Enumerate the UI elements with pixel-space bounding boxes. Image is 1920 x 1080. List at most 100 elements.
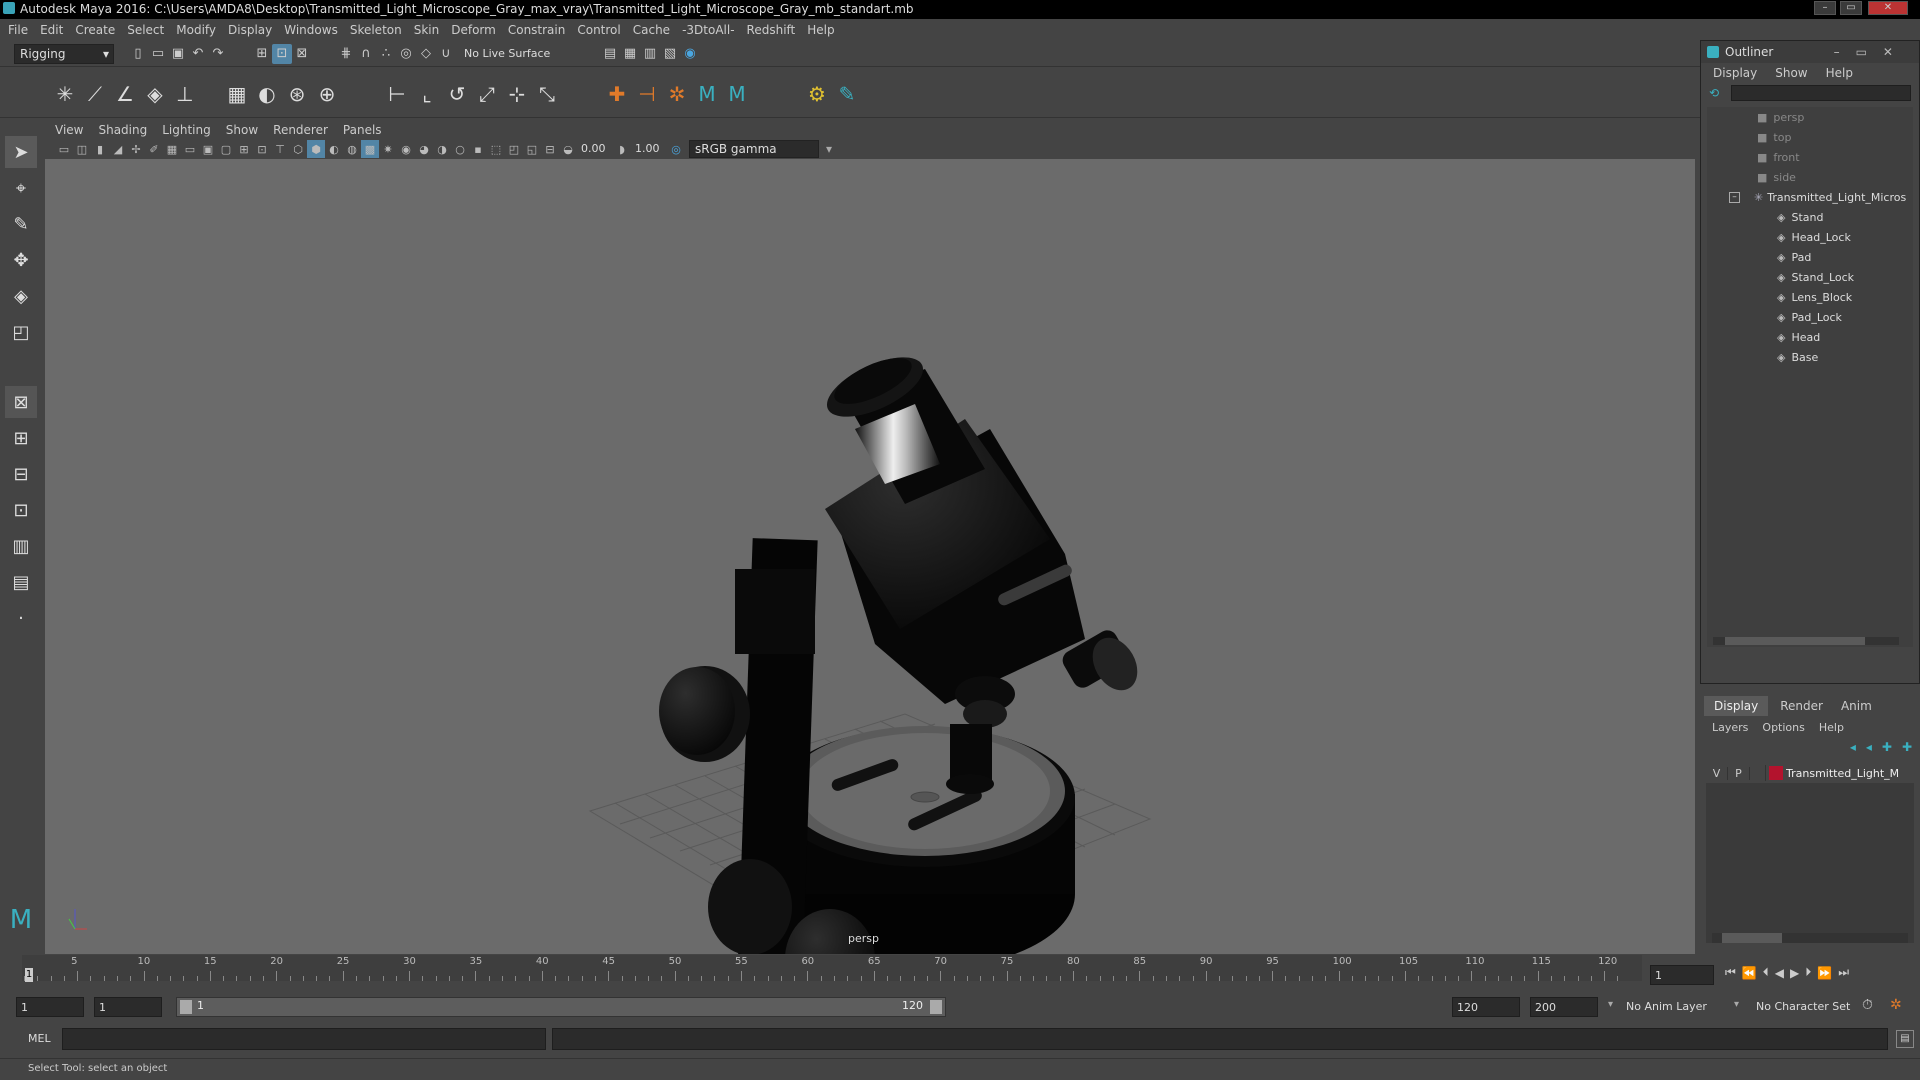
xray-icon[interactable]: ◍ xyxy=(343,140,361,158)
script-editor-icon[interactable]: ▤ xyxy=(1896,1030,1914,1048)
outliner-search-input[interactable] xyxy=(1731,85,1911,101)
smooth-shade-icon[interactable]: ⬢ xyxy=(307,140,325,158)
preferences-icon[interactable]: ✲ xyxy=(1890,997,1902,1013)
outliner-item-pad[interactable]: ◈ Pad xyxy=(1707,247,1913,267)
new-layer-selected-icon[interactable]: ✚ xyxy=(1902,740,1912,754)
menu-edit[interactable]: Edit xyxy=(40,23,63,37)
maximize-button[interactable]: ▭ xyxy=(1840,1,1862,15)
wrap-icon[interactable]: ◐ xyxy=(252,79,282,109)
step-back-frame-icon[interactable]: ⏴ xyxy=(1763,965,1769,980)
tab-display[interactable]: Display xyxy=(1704,696,1769,716)
select-camera-icon[interactable]: ▭ xyxy=(55,140,73,158)
outliner-item-group[interactable]: – ✳ Transmitted_Light_Micros xyxy=(1707,187,1913,207)
grease-pencil-icon[interactable]: ✐ xyxy=(145,140,163,158)
frame-all-icon[interactable]: ⊟ xyxy=(541,140,559,158)
cluster-icon[interactable]: ⊛ xyxy=(282,79,312,109)
textured-icon[interactable]: ▩ xyxy=(361,140,379,158)
select-tool-icon[interactable]: ➤ xyxy=(5,136,37,168)
scale-tool-icon[interactable]: ◰ xyxy=(5,316,37,348)
command-input[interactable] xyxy=(62,1028,546,1050)
bookmark-icon[interactable]: ▮ xyxy=(91,140,109,158)
layer-color-swatch[interactable] xyxy=(1769,766,1783,780)
outliner-item-side[interactable]: ■ side xyxy=(1707,167,1913,187)
layer-menu-layers[interactable]: Layers xyxy=(1712,721,1748,734)
gamma-field[interactable]: 1.00 xyxy=(631,139,667,159)
play-forward-icon[interactable]: ▶ xyxy=(1790,966,1799,980)
range-bar[interactable]: 1 120 xyxy=(176,997,946,1017)
snap-view-icon[interactable]: ◎ xyxy=(396,44,416,64)
panel-menu-renderer[interactable]: Renderer xyxy=(273,123,328,137)
auto-key-icon[interactable]: ⏱ xyxy=(1862,997,1873,1013)
menu-deform[interactable]: Deform xyxy=(451,23,496,37)
rotate-tool-icon[interactable]: ◈ xyxy=(5,280,37,312)
live-surface-field[interactable]: No Live Surface xyxy=(460,43,560,64)
layer-menu-help[interactable]: Help xyxy=(1819,721,1844,734)
outliner-item-head-lock[interactable]: ◈ Head_Lock xyxy=(1707,227,1913,247)
parent-constraint-icon[interactable]: ⊢ xyxy=(382,79,412,109)
exposure-icon[interactable]: ◒ xyxy=(559,140,577,158)
hypershade-icon[interactable]: ◉ xyxy=(680,44,700,64)
viewport-persp[interactable]: persp xyxy=(45,159,1695,954)
aim-constraint-icon[interactable]: ⊹ xyxy=(502,79,532,109)
depth-of-field-icon[interactable]: ▪ xyxy=(469,140,487,158)
snap-surface-icon[interactable]: ◇ xyxy=(416,44,436,64)
single-pane-layout-icon[interactable]: ⊞ xyxy=(5,422,37,454)
outliner-item-stand[interactable]: ◈ Stand xyxy=(1707,207,1913,227)
collapse-icon[interactable]: – xyxy=(1729,191,1740,203)
exposure-field[interactable]: 0.00 xyxy=(577,139,613,159)
current-frame-field[interactable]: 1 xyxy=(1650,965,1714,985)
anim-layer-dropdown[interactable]: No Anim Layer xyxy=(1622,997,1730,1017)
menu-select[interactable]: Select xyxy=(127,23,164,37)
outliner-item-pad-lock[interactable]: ◈ Pad_Lock xyxy=(1707,307,1913,327)
mirror-joint-icon[interactable]: ✲ xyxy=(662,79,692,109)
lattice-icon[interactable]: ▦ xyxy=(222,79,252,109)
step-forward-frame-icon[interactable]: ⏵ xyxy=(1805,965,1811,980)
snap-curve-icon[interactable]: ∩ xyxy=(356,44,376,64)
play-backward-icon[interactable]: ◀ xyxy=(1775,966,1784,980)
wireframe-on-shaded-icon[interactable]: ◐ xyxy=(325,140,343,158)
locator-icon[interactable]: ✚ xyxy=(602,79,632,109)
gamma-icon[interactable]: ◗ xyxy=(613,140,631,158)
outliner-window-controls[interactable]: –▭✕ xyxy=(1834,45,1909,59)
camera-attributes-icon[interactable]: ◫ xyxy=(73,140,91,158)
menu-3dtoall[interactable]: -3DtoAll- xyxy=(682,23,734,37)
outliner-layout-icon[interactable]: ▥ xyxy=(5,530,37,562)
safe-action-icon[interactable]: ⊡ xyxy=(253,140,271,158)
menuset-dropdown[interactable]: Rigging ▾ xyxy=(14,43,114,64)
select-hierarchy-icon[interactable]: ⊞ xyxy=(252,44,272,64)
hik-icon[interactable]: M xyxy=(692,79,722,109)
open-scene-icon[interactable]: ▭ xyxy=(148,44,168,64)
pole-vector-icon[interactable]: ⤡ xyxy=(532,79,562,109)
grid-icon[interactable]: ▦ xyxy=(163,140,181,158)
layer-hscrollbar[interactable] xyxy=(1712,933,1908,943)
joint-tool-icon[interactable]: ⊣ xyxy=(632,79,662,109)
film-gate-icon[interactable]: ▭ xyxy=(181,140,199,158)
color-management-icon[interactable]: ◎ xyxy=(667,140,685,158)
panel-menu-show[interactable]: Show xyxy=(226,123,258,137)
lasso-tool-icon[interactable]: ⌖ xyxy=(5,172,37,204)
move-layer-up-icon[interactable]: ◂ xyxy=(1850,740,1856,754)
smooth-bind-icon[interactable]: ◈ xyxy=(140,79,170,109)
two-pane-layout-icon[interactable]: ⊡ xyxy=(5,494,37,526)
step-back-key-icon[interactable]: ⏪ xyxy=(1742,966,1757,980)
outliner-item-persp[interactable]: ■ persp xyxy=(1707,107,1913,127)
select-component-icon[interactable]: ⊠ xyxy=(292,44,312,64)
menu-control[interactable]: Control xyxy=(577,23,620,37)
hik-skeleton-icon[interactable]: M xyxy=(722,79,752,109)
menu-windows[interactable]: Windows xyxy=(284,23,338,37)
menu-create[interactable]: Create xyxy=(75,23,115,37)
anti-aliasing-icon[interactable]: ○ xyxy=(451,140,469,158)
range-start-handle[interactable] xyxy=(180,1000,192,1014)
minimize-button[interactable]: – xyxy=(1814,1,1836,15)
point-constraint-icon[interactable]: ⌞ xyxy=(412,79,442,109)
menu-help[interactable]: Help xyxy=(807,23,834,37)
more-layouts-icon[interactable]: · xyxy=(5,602,37,634)
layer-display-type[interactable] xyxy=(1750,765,1766,781)
playback-start-field[interactable]: 1 xyxy=(94,997,162,1017)
ambient-occlusion-icon[interactable]: ◕ xyxy=(415,140,433,158)
two-d-pan-icon[interactable]: ✢ xyxy=(127,140,145,158)
outliner-item-lens-block[interactable]: ◈ Lens_Block xyxy=(1707,287,1913,307)
render-settings-icon[interactable]: ▧ xyxy=(660,44,680,64)
paint-weights-icon[interactable]: ⊥ xyxy=(170,79,200,109)
layer-visibility-toggle[interactable]: V xyxy=(1706,766,1728,780)
